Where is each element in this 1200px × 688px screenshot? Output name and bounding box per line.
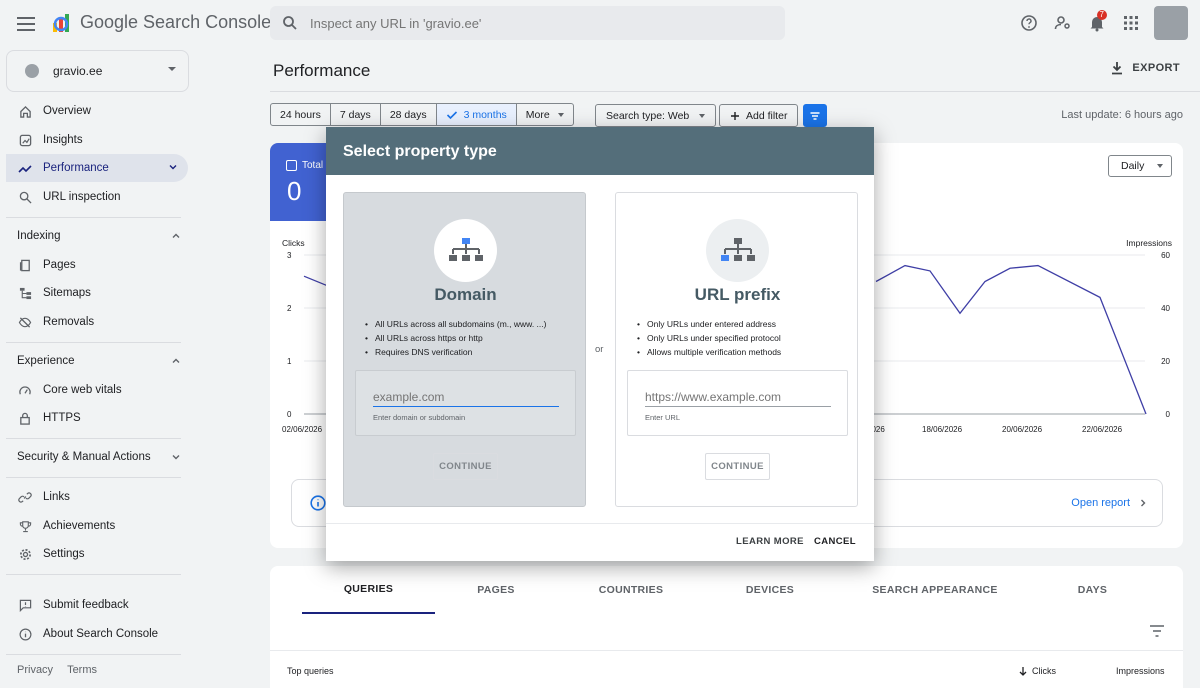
domain-features: All URLs across all subdomains (m., www.… bbox=[365, 317, 575, 359]
domain-option-card[interactable]: Domain All URLs across all subdomains (m… bbox=[343, 192, 586, 507]
list-item: Requires DNS verification bbox=[365, 345, 575, 359]
select-property-dialog: Select property type Domain All URLs acr… bbox=[326, 127, 874, 561]
dialog-title: Select property type bbox=[343, 143, 497, 160]
modal-overlay: Select property type Domain All URLs acr… bbox=[0, 0, 1200, 688]
domain-hint: Enter domain or subdomain bbox=[373, 413, 466, 422]
sitemap-icon bbox=[706, 219, 769, 282]
domain-field-container: Enter domain or subdomain bbox=[355, 370, 576, 436]
domain-input[interactable] bbox=[373, 387, 559, 407]
list-item: Allows multiple verification methods bbox=[637, 345, 847, 359]
url-prefix-option-card[interactable]: URL prefix Only URLs under entered addre… bbox=[615, 192, 858, 507]
url-input[interactable] bbox=[645, 387, 831, 407]
dialog-footer: LEARN MORE CANCEL bbox=[326, 523, 874, 561]
url-field-container: Enter URL bbox=[627, 370, 848, 436]
url-prefix-title: URL prefix bbox=[694, 285, 781, 304]
list-item: All URLs across all subdomains (m., www.… bbox=[365, 317, 575, 331]
or-separator: or bbox=[595, 344, 604, 355]
cancel-button[interactable]: CANCEL bbox=[814, 536, 856, 547]
sitemap-icon bbox=[434, 219, 497, 282]
domain-continue-button[interactable]: CONTINUE bbox=[433, 453, 498, 480]
url-hint: Enter URL bbox=[645, 413, 681, 422]
domain-title: Domain bbox=[434, 285, 497, 304]
url-prefix-features: Only URLs under entered address Only URL… bbox=[637, 317, 847, 359]
list-item: All URLs across https or http bbox=[365, 331, 575, 345]
dialog-header: Select property type bbox=[326, 127, 874, 175]
learn-more-button[interactable]: LEARN MORE bbox=[736, 536, 804, 547]
url-continue-button[interactable]: CONTINUE bbox=[705, 453, 770, 480]
list-item: Only URLs under entered address bbox=[637, 317, 847, 331]
list-item: Only URLs under specified protocol bbox=[637, 331, 847, 345]
